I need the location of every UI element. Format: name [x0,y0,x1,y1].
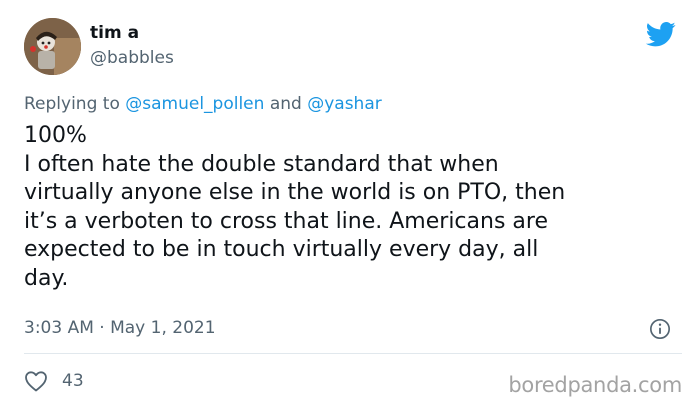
mention-link-2[interactable]: @yashar [307,94,382,114]
tweet-line: virtually anyone else in the world is on… [24,180,566,205]
tweet-text: 100% I often hate the double standard th… [24,122,684,293]
tweet-line: it’s a verboten to cross that line. Amer… [24,208,548,234]
info-icon[interactable] [649,318,671,340]
replying-joiner: and [269,94,302,114]
tweet-timestamp[interactable]: 3:03 AM · May 1, 2021 [24,318,216,338]
watermark: boredpanda.com [508,373,682,397]
replying-prefix: Replying to [24,94,120,114]
heart-icon [25,371,47,392]
tweet-line: day. [24,265,69,291]
mention-link-1[interactable]: @samuel_pollen [125,94,264,114]
divider [24,353,682,354]
like-button[interactable]: 43 [24,370,84,392]
tweet-line: expected to be in touch virtually every … [24,237,539,262]
replying-to-line: Replying to @samuel_pollen and @yashar [24,94,382,114]
avatar[interactable] [24,18,81,75]
twitter-bird-icon[interactable] [646,22,676,47]
tweet-line: 100% [24,123,87,148]
user-handle[interactable]: @babbles [90,48,174,68]
like-count: 43 [62,371,84,391]
tweet-line: I often hate the double standard that wh… [24,151,499,177]
display-name[interactable]: tim a [90,23,139,43]
